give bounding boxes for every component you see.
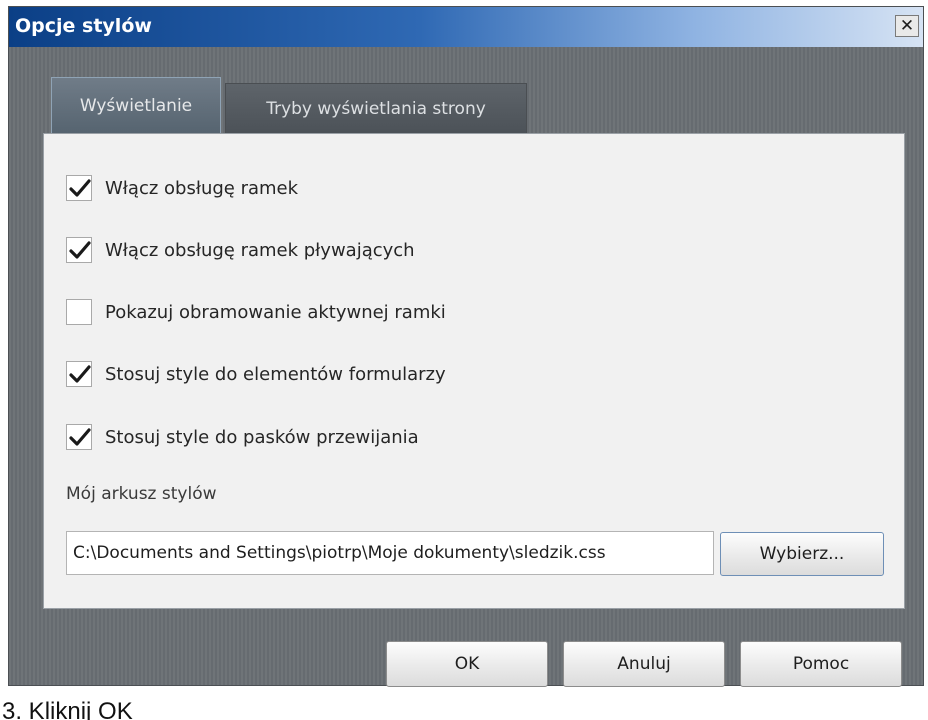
dialog-title: Opcje stylów [15, 15, 152, 37]
checkbox-style-scrollbars[interactable] [66, 424, 92, 450]
tab-panel: Włącz obsługę ramek Włącz obsługę ramek … [43, 133, 905, 609]
ok-button-label: OK [454, 654, 480, 674]
checkmark-icon [69, 365, 91, 383]
tab-page-display-modes[interactable]: Tryby wyświetlania strony [225, 83, 527, 133]
browse-button-label: Wybierz... [759, 544, 845, 564]
instruction-caption: 3. Kliknij OK [2, 700, 133, 720]
help-button-label: Pomoc [792, 654, 850, 674]
option-label: Pokazuj obramowanie aktywnej ramki [105, 301, 446, 323]
style-options-dialog: Opcje stylów ✕ Wyświetlanie Tryby wyświe… [8, 6, 924, 687]
option-label: Stosuj style do pasków przewijania [105, 426, 419, 448]
close-button[interactable]: ✕ [895, 15, 919, 37]
tab-label: Tryby wyświetlania strony [266, 98, 486, 119]
tab-display[interactable]: Wyświetlanie [51, 77, 221, 133]
option-style-form-elements[interactable]: Stosuj style do elementów formularzy [66, 358, 446, 390]
checkbox-style-form-elements[interactable] [66, 361, 92, 387]
option-label: Włącz obsługę ramek [105, 177, 299, 199]
tab-label: Wyświetlanie [79, 95, 193, 116]
checkbox-show-active-frame-border[interactable] [66, 299, 92, 325]
ok-button[interactable]: OK [386, 641, 548, 687]
checkmark-icon [69, 241, 91, 259]
checkbox-enable-floating-frames[interactable] [66, 237, 92, 263]
close-icon: ✕ [899, 15, 915, 36]
cancel-button[interactable]: Anuluj [563, 641, 725, 687]
stylesheet-label: Mój arkusz stylów [66, 484, 217, 504]
option-enable-floating-frames[interactable]: Włącz obsługę ramek pływających [66, 234, 415, 266]
title-bar[interactable]: Opcje stylów ✕ [9, 7, 923, 47]
browse-button[interactable]: Wybierz... [720, 532, 884, 576]
checkbox-enable-frames[interactable] [66, 175, 92, 201]
option-label: Stosuj style do elementów formularzy [105, 363, 446, 385]
stylesheet-path-input[interactable]: C:\Documents and Settings\piotrp\Moje do… [66, 531, 714, 575]
option-enable-frames[interactable]: Włącz obsługę ramek [66, 172, 298, 204]
cancel-button-label: Anuluj [617, 654, 671, 674]
option-style-scrollbars[interactable]: Stosuj style do pasków przewijania [66, 421, 419, 453]
help-button[interactable]: Pomoc [740, 641, 902, 687]
option-label: Włącz obsługę ramek pływających [105, 239, 415, 261]
stylesheet-path-value: C:\Documents and Settings\piotrp\Moje do… [73, 543, 606, 563]
checkmark-icon [69, 179, 91, 197]
option-show-active-frame-border[interactable]: Pokazuj obramowanie aktywnej ramki [66, 296, 446, 328]
checkmark-icon [69, 428, 91, 446]
